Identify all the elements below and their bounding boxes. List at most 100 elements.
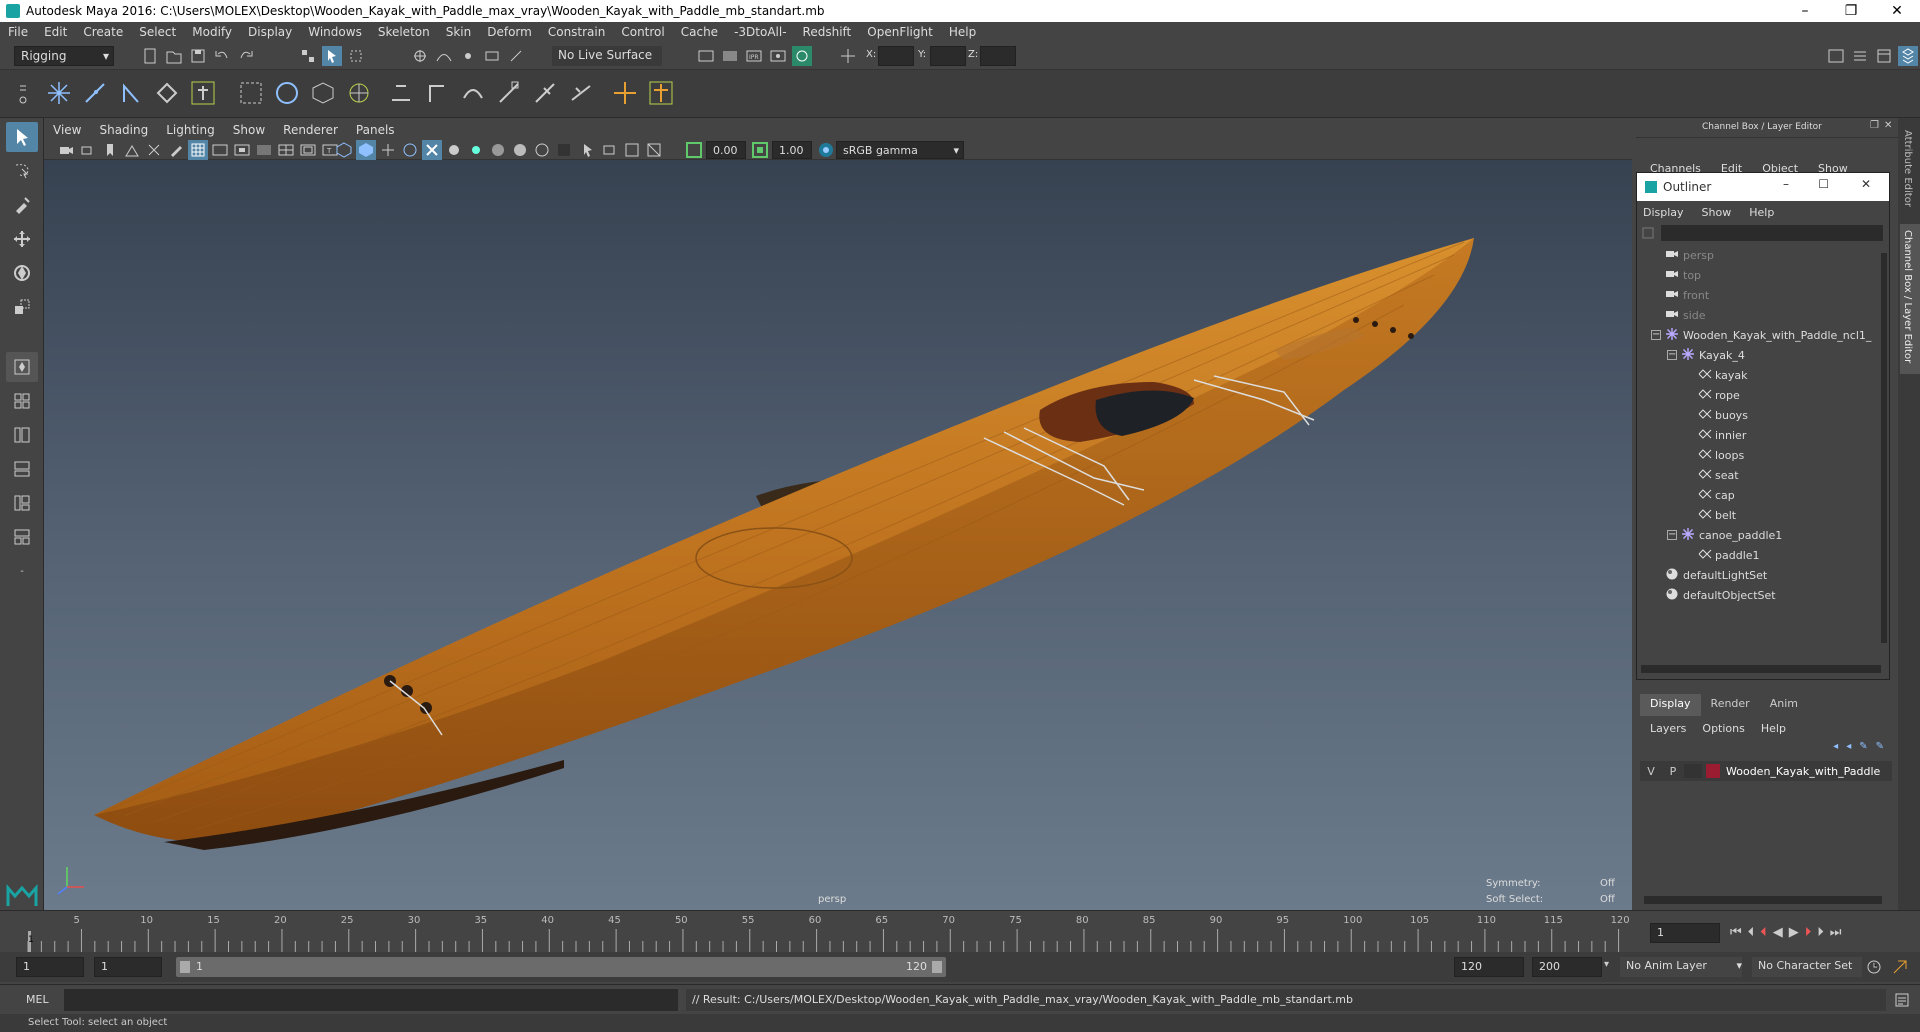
hypershade-icon[interactable] xyxy=(792,46,812,66)
animation-end-field[interactable]: 200 xyxy=(1532,957,1602,977)
animation-preferences-icon[interactable] xyxy=(1890,957,1910,977)
new-empty-layer-icon[interactable]: ✎ xyxy=(1859,741,1867,757)
textured-icon[interactable] xyxy=(444,140,464,160)
outliner-item[interactable]: persp xyxy=(1637,245,1889,265)
outliner-menu-show[interactable]: Show xyxy=(1702,206,1732,219)
single-perspective-layout-icon[interactable] xyxy=(6,352,38,382)
viewport-menu-renderer[interactable]: Renderer xyxy=(274,123,347,137)
layer-name[interactable]: Wooden_Kayak_with_Paddle xyxy=(1726,765,1880,778)
hypershade-layout-icon[interactable] xyxy=(6,488,38,518)
image-plane-icon[interactable] xyxy=(122,140,142,160)
y-field[interactable] xyxy=(930,46,966,66)
step-back-frame-icon[interactable]: ⏴ xyxy=(1748,925,1755,940)
layer-tab-display[interactable]: Display xyxy=(1640,694,1701,716)
exposure-icon[interactable] xyxy=(684,140,704,160)
two-d-pan-zoom-icon[interactable] xyxy=(144,140,164,160)
script-editor-icon[interactable] xyxy=(1892,990,1912,1010)
render-view-icon[interactable] xyxy=(768,46,788,66)
anim-layer-dropdown[interactable]: No Anim Layer ▾ xyxy=(1620,957,1742,977)
tool-settings-toggle-icon[interactable] xyxy=(1874,46,1894,66)
outliner-item[interactable]: paddle1 xyxy=(1637,545,1889,565)
attribute-editor-tab[interactable]: Attribute Editor xyxy=(1902,130,1913,207)
menu-skeleton[interactable]: Skeleton xyxy=(370,25,438,39)
safe-action-icon[interactable] xyxy=(298,140,318,160)
lattice-icon[interactable] xyxy=(236,78,266,108)
outliner-hscrollbar[interactable] xyxy=(1641,665,1881,673)
color-management-icon[interactable] xyxy=(816,140,836,160)
snap-grid-icon[interactable] xyxy=(410,46,430,66)
select-camera-icon[interactable] xyxy=(56,140,76,160)
pole-vector-icon[interactable] xyxy=(566,78,596,108)
menu-cache[interactable]: Cache xyxy=(673,25,726,39)
outliner-item[interactable]: buoys xyxy=(1637,405,1889,425)
layer-tab-render[interactable]: Render xyxy=(1701,694,1760,716)
layer-color-swatch[interactable] xyxy=(1706,764,1720,778)
maximize-button[interactable]: ❐ xyxy=(1828,0,1874,22)
outliner-search-input[interactable] xyxy=(1661,225,1883,241)
layer-type-toggle[interactable] xyxy=(1684,764,1702,778)
layer-hscrollbar[interactable] xyxy=(1644,896,1882,904)
select-by-object-icon[interactable] xyxy=(322,46,342,66)
bookmark-icon[interactable] xyxy=(100,140,120,160)
outliner-item[interactable]: − canoe_paddle1 xyxy=(1637,525,1889,545)
ik-spline-icon[interactable] xyxy=(116,78,146,108)
step-back-key-icon[interactable]: ⏴ xyxy=(1760,925,1767,940)
filter-icon[interactable] xyxy=(1641,226,1655,240)
shelf-tab-handle-icon[interactable] xyxy=(18,78,28,108)
outliner-close-button[interactable]: ✕ xyxy=(1861,177,1871,191)
viewport-menu-panels[interactable]: Panels xyxy=(347,123,404,137)
use-default-material-icon[interactable] xyxy=(378,140,398,160)
select-tool-icon[interactable] xyxy=(6,122,38,152)
outliner-vscrollbar[interactable] xyxy=(1881,253,1887,643)
move-layer-up-icon[interactable]: ◂ xyxy=(1833,741,1838,757)
channel-box-toggle-icon[interactable] xyxy=(1898,46,1918,66)
scale-constraint-icon[interactable] xyxy=(494,78,524,108)
open-scene-icon[interactable] xyxy=(164,46,184,66)
transform-input-icon[interactable] xyxy=(838,46,858,66)
viewport-menu-show[interactable]: Show xyxy=(224,123,274,137)
menuset-dropdown[interactable]: Rigging ▾ xyxy=(14,46,114,66)
high-quality-icon[interactable] xyxy=(622,140,642,160)
ik-handle-icon[interactable] xyxy=(80,78,110,108)
range-start-handle[interactable] xyxy=(180,961,190,973)
time-slider[interactable]: 5 10 15 20 25 30 35 40 45 50 55 60 65 70 75 80 85 90 95 100… xyxy=(0,910,1920,953)
command-input[interactable] xyxy=(64,989,678,1011)
play-backwards-icon[interactable]: ◀ xyxy=(1773,925,1783,940)
move-tool-icon[interactable] xyxy=(6,224,38,254)
screen-space-ao-icon[interactable] xyxy=(510,140,530,160)
viewport-menu-view[interactable]: View xyxy=(44,123,90,137)
new-layer-selected-icon[interactable]: ✎ xyxy=(1876,741,1884,757)
outliner-item[interactable]: front xyxy=(1637,285,1889,305)
layer-menu-options[interactable]: Options xyxy=(1702,722,1744,735)
menu-openflight[interactable]: OpenFlight xyxy=(859,25,941,39)
minimize-button[interactable]: – xyxy=(1782,0,1828,22)
smooth-shade-icon[interactable] xyxy=(356,140,376,160)
menu-deform[interactable]: Deform xyxy=(479,25,540,39)
persp-graph-layout-icon[interactable] xyxy=(6,454,38,484)
shadows-icon[interactable] xyxy=(488,140,508,160)
blend-shape-icon[interactable] xyxy=(344,78,374,108)
colorspace-dropdown[interactable]: sRGB gamma ▾ xyxy=(836,141,964,159)
parent-constraint-icon[interactable] xyxy=(386,78,416,108)
z-field[interactable] xyxy=(980,46,1016,66)
field-chart-icon[interactable] xyxy=(276,140,296,160)
paint-select-tool-icon[interactable] xyxy=(6,190,38,220)
modeling-toolkit-icon[interactable] xyxy=(1826,46,1846,66)
aim-constraint-icon[interactable] xyxy=(530,78,560,108)
menu-create[interactable]: Create xyxy=(75,25,131,39)
menu-control[interactable]: Control xyxy=(613,25,672,39)
outliner-maximize-button[interactable]: ☐ xyxy=(1818,177,1829,191)
outliner-item[interactable]: cap xyxy=(1637,485,1889,505)
layer-visibility-toggle[interactable]: V xyxy=(1640,765,1662,778)
outliner-item[interactable]: top xyxy=(1637,265,1889,285)
outliner-item[interactable]: defaultObjectSet xyxy=(1637,585,1889,605)
frame-all-icon[interactable] xyxy=(644,140,664,160)
camera-attributes-icon[interactable] xyxy=(78,140,98,160)
render-settings-icon[interactable] xyxy=(696,46,716,66)
go-to-start-icon[interactable]: ⏮ xyxy=(1730,925,1742,940)
menu-3dtoall[interactable]: -3DtoAll- xyxy=(726,25,794,39)
menu-select[interactable]: Select xyxy=(131,25,184,39)
outliner-item[interactable]: side xyxy=(1637,305,1889,325)
float-panel-icon[interactable]: ❐ xyxy=(1870,120,1879,131)
outliner-item[interactable]: innier xyxy=(1637,425,1889,445)
